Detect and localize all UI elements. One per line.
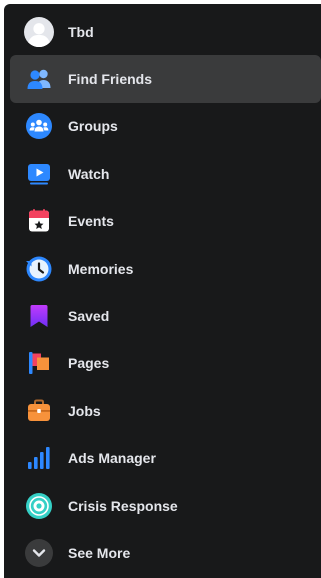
nav-item-groups[interactable]: Groups <box>10 103 321 150</box>
jobs-icon <box>24 396 54 426</box>
nav-item-find-friends[interactable]: Find Friends <box>10 55 321 103</box>
nav-item-label: Groups <box>68 118 118 135</box>
nav-item-label: Pages <box>68 355 110 372</box>
pages-icon <box>24 348 54 378</box>
nav-item-label: Jobs <box>68 402 101 419</box>
nav-item-label: Find Friends <box>68 71 152 88</box>
nav-item-memories[interactable]: Memories <box>10 245 321 292</box>
nav-item-label: Events <box>68 213 114 230</box>
nav-item-jobs[interactable]: Jobs <box>10 387 321 434</box>
ads-manager-icon <box>24 443 54 473</box>
nav-item-watch[interactable]: Watch <box>10 150 321 197</box>
events-icon <box>24 206 54 236</box>
memories-icon <box>24 254 54 284</box>
nav-item-label: Saved <box>68 308 110 325</box>
nav-item-crisis-response[interactable]: Crisis Response <box>10 482 321 529</box>
left-nav-menu: Tbd Find Friends Groups Watch Events Mem… <box>4 4 321 577</box>
watch-icon <box>24 159 54 189</box>
nav-item-label: Tbd <box>68 23 94 40</box>
nav-item-events[interactable]: Events <box>10 198 321 245</box>
chevron-down-icon <box>24 538 54 568</box>
friends-icon <box>24 64 54 94</box>
nav-item-ads-manager[interactable]: Ads Manager <box>10 435 321 482</box>
left-nav-panel: Tbd Find Friends Groups Watch Events Mem… <box>4 4 321 578</box>
groups-icon <box>24 111 54 141</box>
nav-item-label: Crisis Response <box>68 497 178 514</box>
saved-icon <box>24 301 54 331</box>
crisis-response-icon <box>24 491 54 521</box>
nav-item-profile[interactable]: Tbd <box>10 8 321 55</box>
nav-item-label: Watch <box>68 165 110 182</box>
nav-item-label: Memories <box>68 260 134 277</box>
nav-item-saved[interactable]: Saved <box>10 292 321 339</box>
nav-item-pages[interactable]: Pages <box>10 340 321 387</box>
avatar <box>24 16 54 47</box>
nav-item-label: See More <box>68 544 131 561</box>
nav-item-label: Ads Manager <box>68 450 156 467</box>
nav-item-see-more[interactable]: See More <box>10 529 321 576</box>
